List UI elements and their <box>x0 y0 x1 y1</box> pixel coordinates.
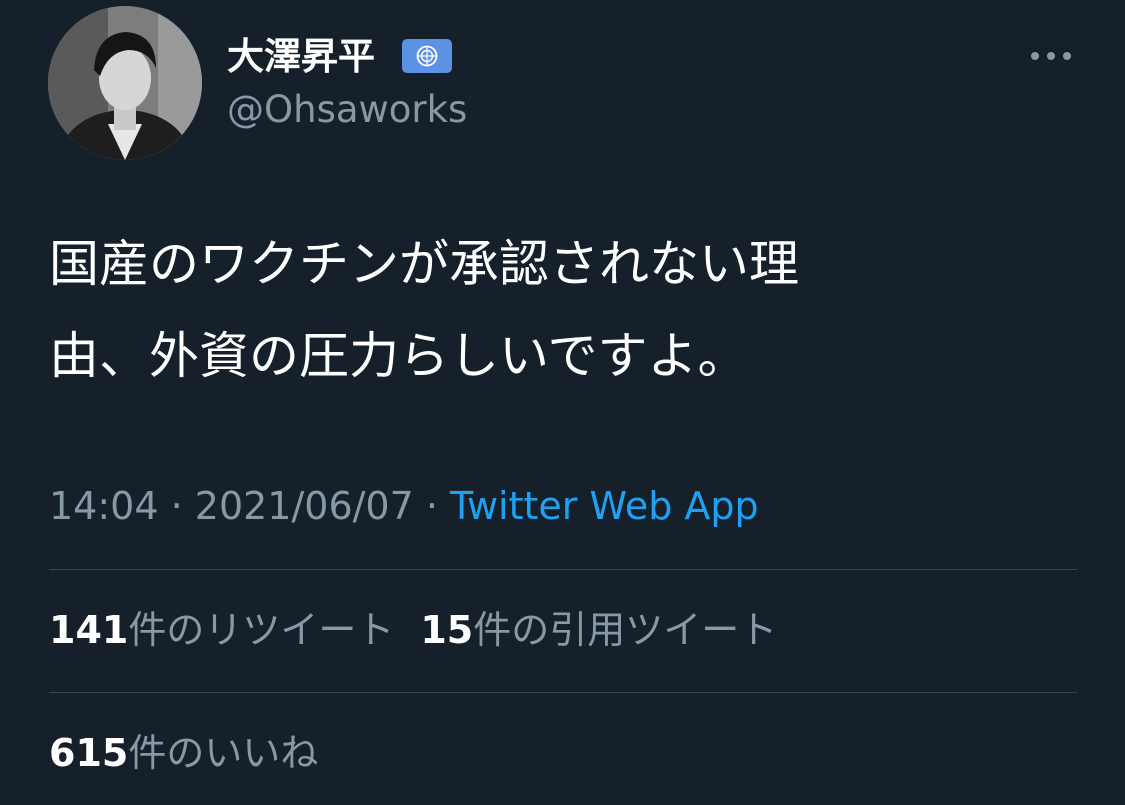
retweet-label: 件のリツイート <box>128 608 395 652</box>
divider <box>49 569 1077 570</box>
united-nations-flag-icon <box>402 39 452 73</box>
tweet-source-link[interactable]: Twitter Web App <box>450 484 759 528</box>
more-options-icon[interactable] <box>1026 38 1076 74</box>
retweets-stat[interactable]: 141件のリツイート <box>49 604 394 656</box>
avatar[interactable] <box>48 6 202 160</box>
tweet-date[interactable]: 2021/06/07 <box>195 484 414 528</box>
quote-label: 件の引用ツイート <box>473 608 778 652</box>
quote-tweets-stat[interactable]: 15件の引用ツイート <box>420 604 777 656</box>
tweet-meta: 14:04 · 2021/06/07 · Twitter Web App <box>49 480 759 532</box>
avatar-photo <box>48 6 202 160</box>
like-count: 615 <box>49 731 129 775</box>
user-handle[interactable]: @Ohsaworks <box>227 87 467 133</box>
stats-row-retweets: 141件のリツイート 15件の引用ツイート <box>49 604 777 656</box>
meta-separator: · <box>158 484 195 528</box>
display-name[interactable]: 大澤昇平 <box>227 34 375 80</box>
tweet-text-line: 由、外資の圧力らしいですよ。 <box>49 327 748 385</box>
divider <box>49 692 1077 693</box>
like-label: 件のいいね <box>128 731 319 775</box>
tweet-text-line: 国産のワクチンが承認されない理 <box>49 235 799 293</box>
stats-row-likes: 615件のいいね <box>49 727 318 779</box>
meta-separator: · <box>413 484 451 528</box>
tweet-text: 国産のワクチンが承認されない理 由、外資の圧力らしいですよ。 <box>49 218 1069 402</box>
retweet-count: 141 <box>49 608 129 652</box>
quote-count: 15 <box>420 608 474 652</box>
tweet-time[interactable]: 14:04 <box>49 484 159 528</box>
likes-stat[interactable]: 615件のいいね <box>49 727 318 779</box>
